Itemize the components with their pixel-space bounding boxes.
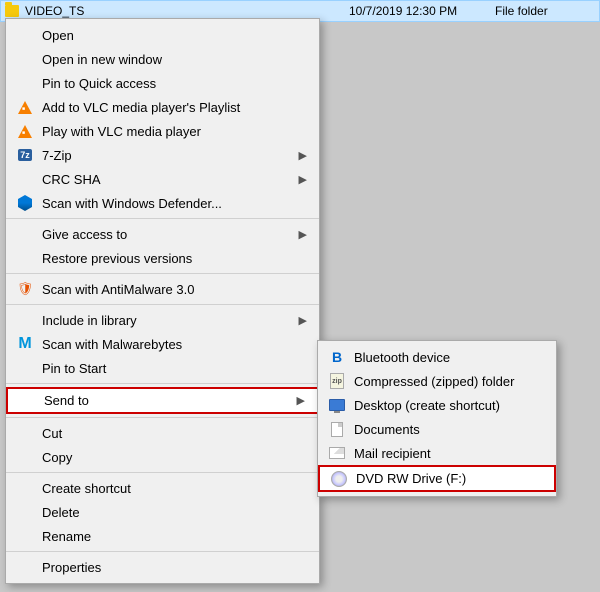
menu-item-scan-malwarebytes[interactable]: M Scan with Malwarebytes (6, 332, 319, 356)
menu-label-copy: Copy (42, 450, 72, 465)
submenu-item-compressed[interactable]: zip Compressed (zipped) folder (318, 369, 556, 393)
menu-item-crc-sha[interactable]: CRC SHA ▶ (6, 167, 319, 191)
separator-1 (6, 218, 319, 219)
menu-label-open: Open (42, 28, 74, 43)
submenu-send-to: B Bluetooth device zip Compressed (zippe… (317, 340, 557, 497)
mail-icon (328, 444, 346, 462)
menu-item-play-vlc[interactable]: Play with VLC media player (6, 119, 319, 143)
menu-item-scan-antimalware[interactable]: 🛡 Scan with AntiMalware 3.0 (6, 277, 319, 301)
menu-item-give-access[interactable]: Give access to ▶ (6, 222, 319, 246)
defender-icon (16, 194, 34, 212)
7zip-icon: 7z (16, 146, 34, 164)
separator-6 (6, 472, 319, 473)
vlc-icon-1 (16, 98, 34, 116)
menu-item-include-library[interactable]: Include in library ▶ (6, 308, 319, 332)
bluetooth-icon: B (328, 348, 346, 366)
menu-item-cut[interactable]: Cut (6, 421, 319, 445)
separator-2 (6, 273, 319, 274)
menu-label-include-library: Include in library (42, 313, 137, 328)
separator-4 (6, 383, 319, 384)
submenu-label-mail-recipient: Mail recipient (354, 446, 431, 461)
menu-label-pin-start: Pin to Start (42, 361, 106, 376)
menu-label-crc-sha: CRC SHA (42, 172, 101, 187)
zip-icon: zip (328, 372, 346, 390)
menu-label-rename: Rename (42, 529, 91, 544)
menu-label-pin-quick-access: Pin to Quick access (42, 76, 156, 91)
submenu-label-dvd-rw: DVD RW Drive (F:) (356, 471, 466, 486)
menu-label-7zip: 7-Zip (42, 148, 72, 163)
menu-label-play-vlc: Play with VLC media player (42, 124, 201, 139)
submenu-item-desktop[interactable]: Desktop (create shortcut) (318, 393, 556, 417)
desktop-icon (328, 396, 346, 414)
menu-label-give-access: Give access to (42, 227, 127, 242)
menu-label-add-vlc-playlist: Add to VLC media player's Playlist (42, 100, 240, 115)
menu-label-open-new-window: Open in new window (42, 52, 162, 67)
separator-3 (6, 304, 319, 305)
file-type: File folder (495, 4, 595, 18)
menu-item-restore-versions[interactable]: Restore previous versions (6, 246, 319, 270)
menu-item-pin-start[interactable]: Pin to Start (6, 356, 319, 380)
context-menu: Open Open in new window Pin to Quick acc… (5, 18, 320, 584)
menu-item-create-shortcut[interactable]: Create shortcut (6, 476, 319, 500)
menu-item-rename[interactable]: Rename (6, 524, 319, 548)
menu-label-cut: Cut (42, 426, 62, 441)
menu-item-7zip[interactable]: 7z 7-Zip ▶ (6, 143, 319, 167)
submenu-item-documents[interactable]: Documents (318, 417, 556, 441)
menu-item-properties[interactable]: Properties (6, 555, 319, 579)
submenu-item-dvd-rw[interactable]: DVD RW Drive (F:) (318, 465, 556, 492)
submenu-item-bluetooth[interactable]: B Bluetooth device (318, 345, 556, 369)
documents-icon (328, 420, 346, 438)
submenu-label-desktop: Desktop (create shortcut) (354, 398, 500, 413)
dvd-icon (330, 470, 348, 488)
arrow-icon-give-access: ▶ (299, 228, 307, 241)
vlc-icon-2 (16, 122, 34, 140)
arrow-icon-crc: ▶ (299, 173, 307, 186)
menu-label-create-shortcut: Create shortcut (42, 481, 131, 496)
submenu-label-compressed: Compressed (zipped) folder (354, 374, 514, 389)
folder-icon (5, 5, 19, 17)
menu-label-scan-defender: Scan with Windows Defender... (42, 196, 222, 211)
separator-7 (6, 551, 319, 552)
malwarebytes-icon: M (16, 335, 34, 353)
file-date: 10/7/2019 12:30 PM (349, 4, 489, 18)
menu-label-restore-versions: Restore previous versions (42, 251, 192, 266)
arrow-icon-send-to: ▶ (297, 394, 305, 407)
menu-item-open[interactable]: Open (6, 23, 319, 47)
arrow-icon-7zip: ▶ (299, 149, 307, 162)
antimalware-icon: 🛡 (16, 280, 34, 298)
file-name: VIDEO_TS (25, 4, 343, 18)
menu-item-pin-quick-access[interactable]: Pin to Quick access (6, 71, 319, 95)
menu-item-send-to[interactable]: Send to ▶ (6, 387, 319, 414)
menu-label-scan-antimalware: Scan with AntiMalware 3.0 (42, 282, 194, 297)
submenu-item-mail-recipient[interactable]: Mail recipient (318, 441, 556, 465)
menu-item-scan-defender[interactable]: Scan with Windows Defender... (6, 191, 319, 215)
menu-item-open-new-window[interactable]: Open in new window (6, 47, 319, 71)
arrow-icon-library: ▶ (299, 314, 307, 327)
menu-label-properties: Properties (42, 560, 101, 575)
separator-5 (6, 417, 319, 418)
submenu-label-bluetooth: Bluetooth device (354, 350, 450, 365)
submenu-label-documents: Documents (354, 422, 420, 437)
menu-label-scan-malwarebytes: Scan with Malwarebytes (42, 337, 182, 352)
menu-item-copy[interactable]: Copy (6, 445, 319, 469)
menu-label-send-to: Send to (44, 393, 89, 408)
menu-label-delete: Delete (42, 505, 80, 520)
menu-item-delete[interactable]: Delete (6, 500, 319, 524)
menu-item-add-vlc-playlist[interactable]: Add to VLC media player's Playlist (6, 95, 319, 119)
